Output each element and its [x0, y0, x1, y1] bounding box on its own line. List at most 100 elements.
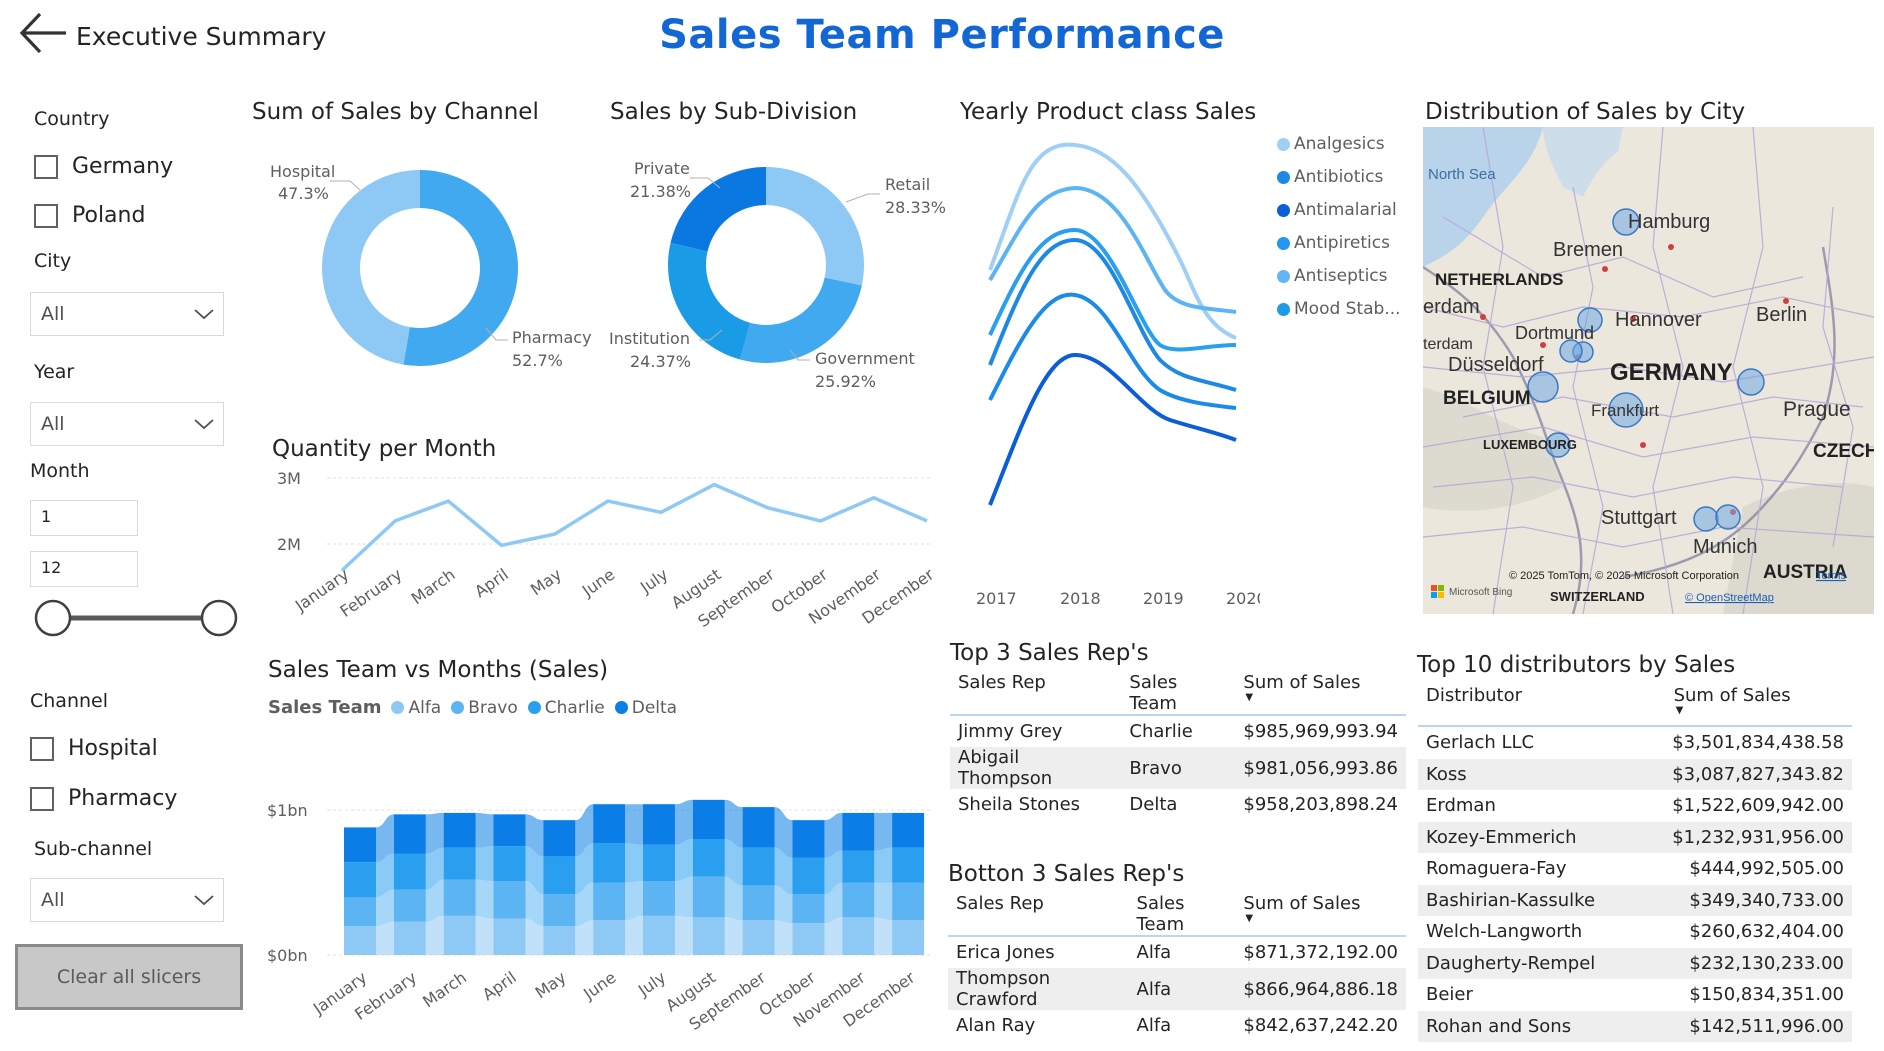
ribbon-bravo[interactable]	[674, 876, 693, 918]
ribbon-alfa[interactable]	[874, 917, 893, 955]
table-row[interactable]: Romaguera-Fay $444,992,505.00	[1418, 853, 1852, 885]
sales-map[interactable]: North Sea Hamburg Bremen NETHERLANDS erd…	[1423, 127, 1874, 614]
month-range-slider[interactable]	[30, 598, 242, 638]
column-segment-alfa[interactable]	[393, 921, 426, 955]
column-segment-alfa[interactable]	[593, 920, 626, 955]
checkbox-icon[interactable]	[30, 736, 54, 761]
legend-item[interactable]: Antibiotics	[1277, 167, 1401, 187]
quantity-series-line[interactable]	[340, 482, 928, 572]
column-header[interactable]: Sales Rep	[950, 672, 1121, 715]
column-segment-delta[interactable]	[892, 812, 925, 848]
column-header[interactable]: Sales Team	[1121, 672, 1235, 715]
checkbox-icon[interactable]	[34, 154, 58, 179]
ribbon-charlie[interactable]	[874, 847, 893, 883]
column-segment-delta[interactable]	[742, 807, 775, 848]
column-segment-delta[interactable]	[593, 804, 626, 844]
column-segment-alfa[interactable]	[842, 917, 875, 955]
ribbon-alfa[interactable]	[475, 915, 494, 955]
ribbon-alfa[interactable]	[774, 920, 793, 955]
ribbon-delta[interactable]	[625, 804, 643, 845]
subchannel-dropdown[interactable]: All	[30, 878, 224, 922]
channel-option-pharmacy[interactable]: Pharmacy	[30, 786, 177, 811]
column-segment-charlie[interactable]	[543, 856, 576, 895]
table-row[interactable]: Thompson Crawford Alfa $866,964,886.18	[948, 968, 1406, 1010]
table-row[interactable]: Sheila Stones Delta $958,203,898.24	[950, 789, 1406, 820]
column-header[interactable]: Sum of Sales ▼	[1235, 672, 1406, 715]
table-row[interactable]: Rohan and Sons $142,511,996.00	[1418, 1010, 1852, 1042]
column-segment-bravo[interactable]	[842, 882, 875, 918]
map-osm-link[interactable]: © OpenStreetMap	[1685, 592, 1774, 604]
legend-item[interactable]: Bravo	[451, 698, 518, 718]
column-segment-bravo[interactable]	[593, 882, 626, 921]
month-from-input[interactable]: 1	[30, 500, 138, 536]
channel-option-hospital[interactable]: Hospital	[30, 736, 158, 761]
column-header[interactable]: Sales Team	[1129, 893, 1236, 936]
ribbon-delta[interactable]	[674, 799, 693, 845]
legend-item[interactable]: Antipiretics	[1277, 233, 1401, 253]
table-row[interactable]: Kozey-Emmerich $1,232,931,956.00	[1418, 821, 1852, 853]
column-segment-charlie[interactable]	[892, 847, 925, 883]
ribbon-alfa[interactable]	[724, 917, 743, 955]
column-segment-alfa[interactable]	[443, 915, 476, 955]
map-bubble-berlin[interactable]	[1737, 368, 1765, 396]
checkbox-icon[interactable]	[30, 786, 54, 811]
ribbon-bravo[interactable]	[625, 881, 643, 921]
checkbox-icon[interactable]	[34, 203, 58, 228]
map-bubble-stuttgart[interactable]	[1693, 506, 1719, 532]
table-row[interactable]: Jimmy Grey Charlie $985,969,993.94	[950, 715, 1406, 747]
column-segment-delta[interactable]	[842, 812, 875, 851]
column-segment-bravo[interactable]	[443, 879, 476, 916]
ribbon-alfa[interactable]	[674, 915, 693, 955]
legend-item[interactable]: Antiseptics	[1277, 266, 1401, 286]
map-bubble-munich[interactable]	[1715, 504, 1741, 530]
table-row[interactable]: Alan Ray Alfa $842,637,242.20	[948, 1010, 1406, 1041]
map-bubble-essen[interactable]	[1559, 339, 1583, 363]
table-row[interactable]: Abigail Thompson Bravo $981,056,993.86	[950, 747, 1406, 789]
ribbon-delta[interactable]	[874, 812, 893, 851]
legend-item[interactable]: Antimalarial	[1277, 200, 1401, 220]
column-segment-charlie[interactable]	[344, 862, 376, 897]
donut-slice-retail[interactable]	[766, 167, 864, 286]
column-segment-alfa[interactable]	[792, 923, 825, 955]
column-segment-delta[interactable]	[792, 820, 825, 858]
column-segment-charlie[interactable]	[842, 850, 875, 883]
column-segment-bravo[interactable]	[792, 894, 825, 924]
column-segment-bravo[interactable]	[892, 882, 925, 921]
legend-item[interactable]: Analgesics	[1277, 134, 1401, 154]
column-segment-alfa[interactable]	[344, 926, 376, 955]
column-header[interactable]: Distributor	[1418, 685, 1634, 726]
column-segment-alfa[interactable]	[493, 918, 526, 955]
column-segment-alfa[interactable]	[742, 920, 775, 955]
column-segment-charlie[interactable]	[443, 847, 476, 880]
column-segment-bravo[interactable]	[742, 885, 775, 921]
ribbon-bravo[interactable]	[475, 879, 494, 919]
legend-item[interactable]: Charlie	[527, 698, 605, 718]
column-segment-bravo[interactable]	[642, 881, 675, 916]
ribbon-alfa[interactable]	[425, 915, 444, 955]
column-segment-delta[interactable]	[443, 812, 476, 848]
column-segment-delta[interactable]	[692, 799, 725, 839]
legend-item[interactable]: Delta	[614, 698, 677, 718]
legend-item[interactable]: Alfa	[391, 698, 441, 718]
donut-slice-private[interactable]	[670, 167, 766, 252]
column-segment-charlie[interactable]	[642, 844, 675, 882]
ribbon-charlie[interactable]	[674, 839, 693, 882]
column-segment-charlie[interactable]	[742, 847, 775, 886]
column-segment-charlie[interactable]	[792, 857, 825, 895]
ribbon-delta[interactable]	[425, 812, 444, 854]
column-segment-delta[interactable]	[543, 820, 576, 857]
map-canvas[interactable]: North Sea Hamburg Bremen NETHERLANDS erd…	[1423, 127, 1874, 614]
table-row[interactable]: Koss $3,087,827,343.82	[1418, 758, 1852, 790]
slider-handle-min[interactable]	[34, 599, 72, 637]
column-segment-alfa[interactable]	[642, 915, 675, 955]
column-segment-charlie[interactable]	[593, 843, 626, 883]
column-header[interactable]: Sum of Sales ▼	[1634, 685, 1852, 726]
ribbon-delta[interactable]	[475, 812, 494, 848]
column-header[interactable]: Sum of Sales ▼	[1235, 893, 1406, 936]
donut-slice-pharmacy[interactable]	[403, 170, 519, 367]
table-row[interactable]: Bashirian-Kassulke $349,340,733.00	[1418, 884, 1852, 916]
legend-item[interactable]: Mood Stab...	[1277, 299, 1401, 319]
column-segment-delta[interactable]	[493, 814, 526, 847]
column-segment-bravo[interactable]	[493, 881, 526, 919]
donut-slice-hospital[interactable]	[322, 170, 420, 365]
